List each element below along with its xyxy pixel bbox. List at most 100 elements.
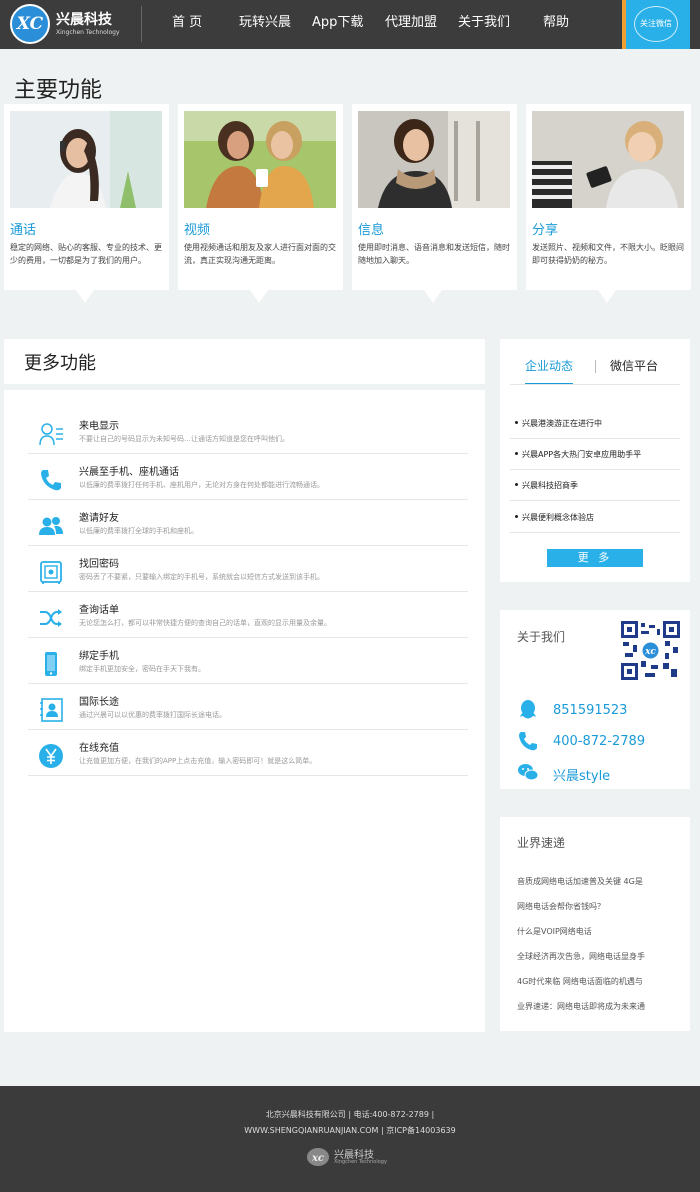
news-item[interactable]: 兴晨便利概念体验店 xyxy=(510,502,680,533)
portrait-icon xyxy=(40,698,63,722)
about-qq-number[interactable]: 851591523 xyxy=(553,703,627,718)
qq-icon xyxy=(520,700,536,719)
industry-item[interactable]: 全球经济再次告急，网络电话显身手 xyxy=(517,951,645,962)
feature-desc: 让充值更加方便，在我们的APP上点击充值，输入密码即可！就是这么简单。 xyxy=(79,757,317,765)
card-pointer xyxy=(598,290,616,303)
tab-divider xyxy=(595,360,596,373)
industry-title: 业界速递 xyxy=(517,836,566,850)
tab-underline xyxy=(510,384,680,385)
brand-logo[interactable]: XC 兴晨科技 Xingchen Technology xyxy=(10,4,140,44)
footer-logo: xc 兴晨科技 Xingchen Technology xyxy=(306,1146,396,1168)
industry-item[interactable]: 音质成网络电话加速普及关键 4G是 xyxy=(517,876,643,887)
about-wechat-id[interactable]: 兴晨style xyxy=(553,765,610,784)
industry-item[interactable]: 什么是VOIP网络电话 xyxy=(517,926,592,937)
industry-item[interactable]: 网络电话会帮你省钱吗？ xyxy=(517,901,605,912)
feature-card-share[interactable]: 分享 发送照片、视频和文件，不限大小。眨眼间即可获得奶奶的秘方。 xyxy=(526,104,691,303)
svg-text:xc: xc xyxy=(644,647,656,657)
feature-card-video[interactable]: 视频 使用视频通话和朋友及家人进行面对面的交流，真正实现沟通无距离。 xyxy=(178,104,343,303)
footer: 北京兴晨科技有限公司 | 电话:400-872-2789 | WWW.SHENG… xyxy=(0,1086,700,1192)
card-title: 分享 xyxy=(532,223,559,238)
industry-item[interactable]: 4G时代来临 网络电话面临的机遇与 xyxy=(517,976,643,987)
video-photo xyxy=(184,111,336,208)
brand-name: 兴晨科技 xyxy=(56,12,112,28)
feature-item-bind[interactable]: 绑定手机 绑定手机更加安全，密码在手天下我有。 xyxy=(28,638,468,684)
news-item[interactable]: 兴晨科技招商季 xyxy=(510,470,680,501)
footer-company-line: 北京兴晨科技有限公司 | 电话:400-872-2789 | xyxy=(265,1110,435,1119)
feature-title: 在线充值 xyxy=(79,743,119,754)
industry-news-box: 业界速递 音质成网络电话加速普及关键 4G是 网络电话会帮你省钱吗？ 什么是VO… xyxy=(500,817,690,1031)
wechat-follow-button[interactable]: 关注微信 xyxy=(622,0,690,49)
users-icon xyxy=(39,517,63,535)
header-divider xyxy=(141,6,142,42)
yen-icon xyxy=(39,744,63,768)
card-title: 视频 xyxy=(184,223,211,238)
nav-agent[interactable]: 代理加盟 xyxy=(385,0,437,49)
shuffle-icon xyxy=(40,609,62,627)
top-header: XC 兴晨科技 Xingchen Technology 首 页 玩转兴晨 App… xyxy=(0,0,700,49)
more-features-title: 更多功能 xyxy=(24,353,96,374)
card-desc: 使用即时消息、语音消息和发送短信，随时随地加入聊天。 xyxy=(358,243,510,265)
feature-card-call[interactable]: 通话 稳定的网络、贴心的客服、专业的技术、更少的费用，一切都是为了我们的用户。 xyxy=(4,104,169,303)
tab-wechat-platform[interactable]: 微信平台 xyxy=(610,357,658,374)
card-pointer xyxy=(424,290,442,303)
feature-title: 绑定手机 xyxy=(79,651,119,662)
card-desc: 使用视频通话和朋友及家人进行面对面的交流，真正实现沟通无距离。 xyxy=(184,243,336,265)
share-photo xyxy=(532,111,684,208)
feature-item-intl[interactable]: 国际长途 通过兴晨可以以优惠的费率拨打国际长途电话。 xyxy=(28,684,468,730)
feature-desc: 绑定手机更加安全，密码在手天下我有。 xyxy=(79,665,205,673)
about-phone-number[interactable]: 400-872-2789 xyxy=(553,734,645,749)
feature-item-bill[interactable]: 查询话单 无论您怎么打，都可以非常快捷方便的查询自己的话单，直观的显示用量及余量… xyxy=(28,592,468,638)
feature-item-call[interactable]: 兴晨至手机、座机通话 以低廉的费率拨打任何手机、座机用户，无论对方身在何处都能进… xyxy=(28,454,468,500)
feature-desc: 以低廉的费率拨打任何手机、座机用户，无论对方身在何处都能进行流畅通话。 xyxy=(79,481,324,489)
feature-item-recharge[interactable]: 在线充值 让充值更加方便，在我们的APP上点击充值，输入密码即可！就是这么简单。 xyxy=(28,730,468,776)
more-features-header: 更多功能 xyxy=(4,339,485,384)
more-features-list: 来电显示 不要让自己的号码显示为未知号码…让通话方知道是您在呼叫他们。 兴晨至手… xyxy=(4,390,485,1032)
nav-about[interactable]: 关于我们 xyxy=(458,0,510,49)
mobile-icon xyxy=(45,652,57,676)
news-box: 企业动态 微信平台 兴晨港澳游正在进行中 兴晨APP各大热门安卓应用助手平 兴晨… xyxy=(500,339,690,582)
feature-desc: 密码丢了不要紧，只要输入绑定的手机号，系统就会以短信方式发送到该手机。 xyxy=(79,573,324,581)
card-desc: 稳定的网络、贴心的客服、专业的技术、更少的费用，一切都是为了我们的用户。 xyxy=(10,243,162,265)
industry-item[interactable]: 业界速递：网络电话即将成为未来通 xyxy=(517,1001,645,1012)
card-title: 通话 xyxy=(10,223,37,238)
nav-help[interactable]: 帮助 xyxy=(543,0,569,49)
feature-item-caller-id[interactable]: 来电显示 不要让自己的号码显示为未知号码…让通话方知道是您在呼叫他们。 xyxy=(28,408,468,454)
card-desc: 发送照片、视频和文件，不限大小。眨眼间即可获得奶奶的秘方。 xyxy=(532,243,684,265)
feature-title: 来电显示 xyxy=(79,421,119,432)
feature-item-password[interactable]: 找回密码 密码丢了不要紧，只要输入绑定的手机号，系统就会以短信方式发送到该手机。 xyxy=(28,546,468,592)
feature-title: 国际长途 xyxy=(79,697,119,708)
about-title: 关于我们 xyxy=(517,630,566,644)
call-photo xyxy=(10,111,162,208)
feature-title: 找回密码 xyxy=(79,559,119,570)
nav-play[interactable]: 玩转兴晨 xyxy=(239,0,291,49)
phone-icon xyxy=(519,732,537,751)
feature-title: 兴晨至手机、座机通话 xyxy=(79,467,179,478)
main-features-title: 主要功能 xyxy=(14,78,103,103)
about-box: 关于我们 xc 851591523 400-872-2789 兴晨style xyxy=(500,610,690,789)
footer-logo-mark: xc xyxy=(307,1148,329,1166)
svg-text:xc: xc xyxy=(311,1153,324,1164)
feature-card-message[interactable]: 信息 使用即时消息、语音消息和发送短信，随时随地加入聊天。 xyxy=(352,104,517,303)
nav-app-download[interactable]: App下载 xyxy=(312,0,363,49)
wechat-icon xyxy=(518,764,539,781)
feature-item-invite[interactable]: 邀请好友 以低廉的费率拨打全球的手机和座机。 xyxy=(28,500,468,546)
card-pointer xyxy=(250,290,268,303)
news-more-button[interactable]: 更 多 xyxy=(547,549,643,567)
feature-desc: 以低廉的费率拨打全球的手机和座机。 xyxy=(79,527,198,535)
phone-icon xyxy=(41,470,61,491)
news-item[interactable]: 兴晨港澳游正在进行中 xyxy=(510,408,680,439)
logo-mark: XC xyxy=(10,4,50,44)
nav-home[interactable]: 首 页 xyxy=(172,0,202,49)
tab-company-news[interactable]: 企业动态 xyxy=(525,357,574,385)
safe-icon xyxy=(40,561,62,584)
message-photo xyxy=(358,111,510,208)
news-item[interactable]: 兴晨APP各大热门安卓应用助手平 xyxy=(510,439,680,470)
feature-title: 查询话单 xyxy=(79,605,119,616)
card-title: 信息 xyxy=(358,223,385,238)
feature-title: 邀请好友 xyxy=(79,513,119,524)
feature-desc: 无论您怎么打，都可以非常快捷方便的查询自己的话单，直观的显示用量及余量。 xyxy=(79,619,331,627)
contact-card-icon xyxy=(39,423,63,446)
card-pointer xyxy=(76,290,94,303)
wechat-follow-label: 关注微信 xyxy=(634,6,678,42)
qr-code[interactable]: xc xyxy=(621,621,680,680)
